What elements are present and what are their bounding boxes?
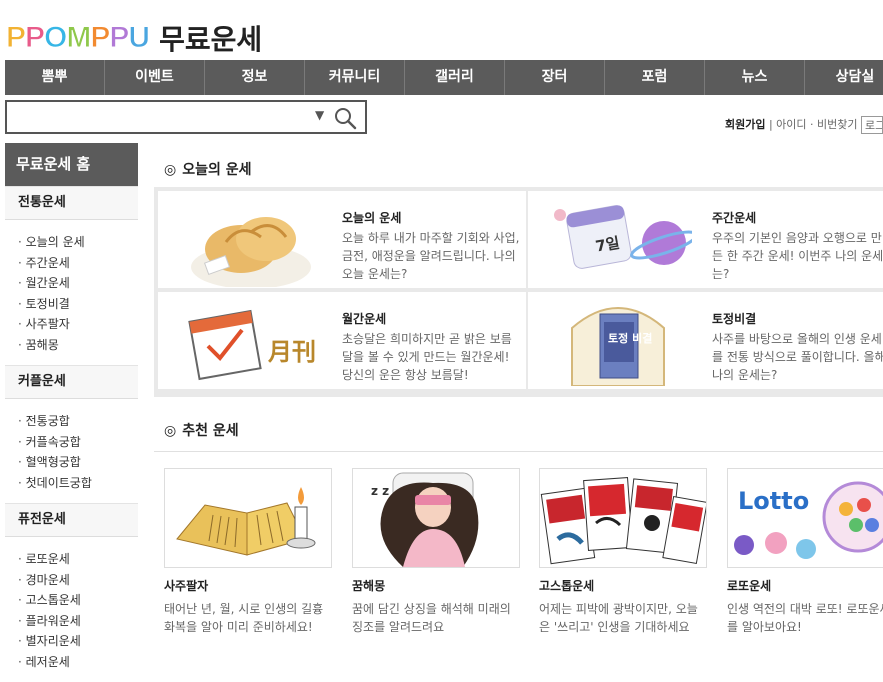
section-title-text: 오늘의 운세 xyxy=(182,162,252,178)
card-desc: 사주를 바탕으로 올해의 인생 운세를 전통 방식으로 풀이합니다. 올해 나의… xyxy=(712,332,883,382)
find-account-link[interactable]: 아이디 · 비번찾기 xyxy=(776,118,857,131)
lotto-logo-text: Lotto xyxy=(738,487,809,515)
sidebar-list-couple: 전통궁합 커플속궁합 혈액형궁합 첫데이트궁합 xyxy=(5,399,138,503)
nav-item-market[interactable]: 장터 xyxy=(505,60,605,95)
sidebar-item-monthly[interactable]: 월간운세 xyxy=(18,273,138,294)
card-desc: 초승달은 희미하지만 곧 밝은 보름달을 볼 수 있게 만드는 월간운세! 당신… xyxy=(342,332,512,382)
card-title: 오늘의 운세 xyxy=(342,211,402,225)
page-title: 무료운세 xyxy=(159,23,263,56)
nav-item-counsel[interactable]: 상담실 xyxy=(805,60,883,95)
nav-item-news[interactable]: 뉴스 xyxy=(705,60,805,95)
nav-item-ppomppu[interactable]: 뽐뿌 xyxy=(5,60,105,95)
recommend-title: 로또운세 xyxy=(727,579,772,593)
circle-mark-icon: ◎ xyxy=(164,162,177,178)
sidebar-item-first-date[interactable]: 첫데이트궁합 xyxy=(18,473,138,494)
monthly-calendar-image: 月刊 xyxy=(188,309,316,381)
dreaming-woman-image: z z xyxy=(352,468,520,568)
recommend-title: 꿈해몽 xyxy=(352,579,386,593)
sidebar: 무료운세 홈 전통운세 오늘의 운세 주간운세 월간운세 토정비결 사주팔자 꿈… xyxy=(5,143,138,682)
search-icon[interactable] xyxy=(333,106,357,130)
recommend-header: ◎ 추천 운세 xyxy=(154,405,883,452)
main-content: ◎ 오늘의 운세 오늘의 운세 오늘 하루 내가 마주할 기회와 사업, 금전, … xyxy=(154,143,883,634)
search-input[interactable] xyxy=(11,105,315,131)
card-desc: 오늘 하루 내가 마주할 기회와 사업, 금전, 애정운을 알려드립니다. 나의… xyxy=(342,231,520,281)
fortune-card-today[interactable]: 오늘의 운세 오늘 하루 내가 마주할 기회와 사업, 금전, 애정운을 알려드… xyxy=(158,191,526,288)
svg-text:z z: z z xyxy=(371,484,389,498)
join-link[interactable]: 회원가입 xyxy=(725,118,765,131)
sidebar-item-tojeong[interactable]: 토정비결 xyxy=(18,294,138,315)
card-desc: 우주의 기본인 음양과 오행으로 만든 한 주간 운세! 이번주 나의 운세는? xyxy=(712,231,883,281)
search-box: ▼ xyxy=(5,100,367,134)
nav-item-forum[interactable]: 포럼 xyxy=(605,60,705,95)
lotto-machine-image: Lotto xyxy=(727,468,883,568)
tojeong-book-label: 토정 비결 xyxy=(608,331,652,345)
fortune-cookie-image xyxy=(191,217,311,287)
recommend-card-lotto[interactable]: Lotto 로또운세 인생 역전의 대박 로또! 로또운세를 알아보아요! xyxy=(727,468,883,636)
card-title: 토정비결 xyxy=(712,312,757,326)
sidebar-item-horse[interactable]: 경마운세 xyxy=(18,570,138,591)
recommend-desc: 꿈에 담긴 상징을 해석해 미래의 징조를 알려드려요 xyxy=(352,602,511,634)
section-title-today: ◎ 오늘의 운세 xyxy=(154,143,883,179)
sidebar-item-today[interactable]: 오늘의 운세 xyxy=(18,232,138,253)
fortune-card-monthly[interactable]: 月刊 월간운세 초승달은 희미하지만 곧 밝은 보름달을 볼 수 있게 만드는 … xyxy=(158,292,526,389)
site-logo[interactable]: PPOMPPU 무료운세 xyxy=(5,18,263,58)
sidebar-item-star[interactable]: 별자리운세 xyxy=(18,631,138,652)
section-title-recommend: ◎ 추천 운세 xyxy=(154,405,883,441)
nav-item-event[interactable]: 이벤트 xyxy=(105,60,205,95)
member-links: 회원가입 | 아이디 · 비번찾기 로그 xyxy=(725,116,883,134)
recommend-card-gostop[interactable]: 고스톱운세 어제는 피박에 광박이지만, 오늘은 '쓰리고' 인생을 기대하세요 xyxy=(539,468,707,636)
sidebar-group-fusion[interactable]: 퓨전운세 xyxy=(5,503,138,537)
recommend-title: 고스톱운세 xyxy=(539,579,595,593)
recommend-title: 사주팔자 xyxy=(164,579,209,593)
nav-item-community[interactable]: 커뮤니티 xyxy=(305,60,405,95)
sidebar-item-traditional-match[interactable]: 전통궁합 xyxy=(18,411,138,432)
sidebar-item-weekly[interactable]: 주간운세 xyxy=(18,253,138,274)
sidebar-home[interactable]: 무료운세 홈 xyxy=(5,143,138,186)
global-nav: 뽐뿌 이벤트 정보 커뮤니티 갤러리 장터 포럼 뉴스 상담실 xyxy=(5,60,883,95)
ppomppu-logo-mark: PPOMPPU xyxy=(5,21,150,55)
saju-book-image xyxy=(164,468,332,568)
circle-mark-icon: ◎ xyxy=(164,423,177,439)
sidebar-list-fusion: 로또운세 경마운세 고스톱운세 플라워운세 별자리운세 레저운세 xyxy=(5,537,138,682)
sidebar-group-traditional[interactable]: 전통운세 xyxy=(5,186,138,220)
hwatu-cards-image xyxy=(539,468,707,568)
tojeong-book-image: 토정 비결 xyxy=(571,307,665,386)
sidebar-item-blood-match[interactable]: 혈액형궁합 xyxy=(18,452,138,473)
nav-item-info[interactable]: 정보 xyxy=(205,60,305,95)
card-title: 월간운세 xyxy=(342,312,387,326)
sidebar-item-gostop[interactable]: 고스톱운세 xyxy=(18,590,138,611)
sidebar-item-flower[interactable]: 플라워운세 xyxy=(18,611,138,632)
today-fortune-panel: 오늘의 운세 오늘 하루 내가 마주할 기회와 사업, 금전, 애정운을 알려드… xyxy=(154,187,883,397)
recommend-card-dream[interactable]: z z 꿈해몽 꿈에 담긴 상징을 해석해 미래의 징조를 알려드려요 xyxy=(352,468,520,636)
sidebar-item-couple-match[interactable]: 커플속궁합 xyxy=(18,432,138,453)
sidebar-item-lotto[interactable]: 로또운세 xyxy=(18,549,138,570)
card-title: 주간운세 xyxy=(712,211,757,225)
recommend-desc: 태어난 년, 월, 시로 인생의 길흉화복을 알아 미리 준비하세요! xyxy=(164,602,324,634)
weekly-calendar-image: 7일 xyxy=(554,205,692,269)
monthly-label: 月刊 xyxy=(267,337,316,366)
fortune-card-tojeong[interactable]: 토정 비결 토정비결 사주를 바탕으로 올해의 인생 운세를 전통 방식으로 풀… xyxy=(528,292,883,389)
sidebar-group-couple[interactable]: 커플운세 xyxy=(5,365,138,399)
login-button[interactable]: 로그 xyxy=(861,116,883,134)
recommend-desc: 어제는 피박에 광박이지만, 오늘은 '쓰리고' 인생을 기대하세요 xyxy=(539,602,698,634)
search-dropdown-icon[interactable]: ▼ xyxy=(315,108,324,122)
divider: | xyxy=(768,118,773,131)
fortune-card-weekly[interactable]: 7일 주간운세 우주의 기본인 음양과 오행으로 만든 한 주간 운세! 이번주… xyxy=(528,191,883,288)
recommend-card-saju[interactable]: 사주팔자 태어난 년, 월, 시로 인생의 길흉화복을 알아 미리 준비하세요! xyxy=(164,468,332,636)
sidebar-list-traditional: 오늘의 운세 주간운세 월간운세 토정비결 사주팔자 꿈해몽 xyxy=(5,220,138,365)
sidebar-item-saju[interactable]: 사주팔자 xyxy=(18,314,138,335)
nav-item-gallery[interactable]: 갤러리 xyxy=(405,60,505,95)
recommend-desc: 인생 역전의 대박 로또! 로또운세를 알아보아요! xyxy=(727,602,883,634)
section-title-text: 추천 운세 xyxy=(182,423,239,439)
sidebar-item-dream[interactable]: 꿈해몽 xyxy=(18,335,138,356)
